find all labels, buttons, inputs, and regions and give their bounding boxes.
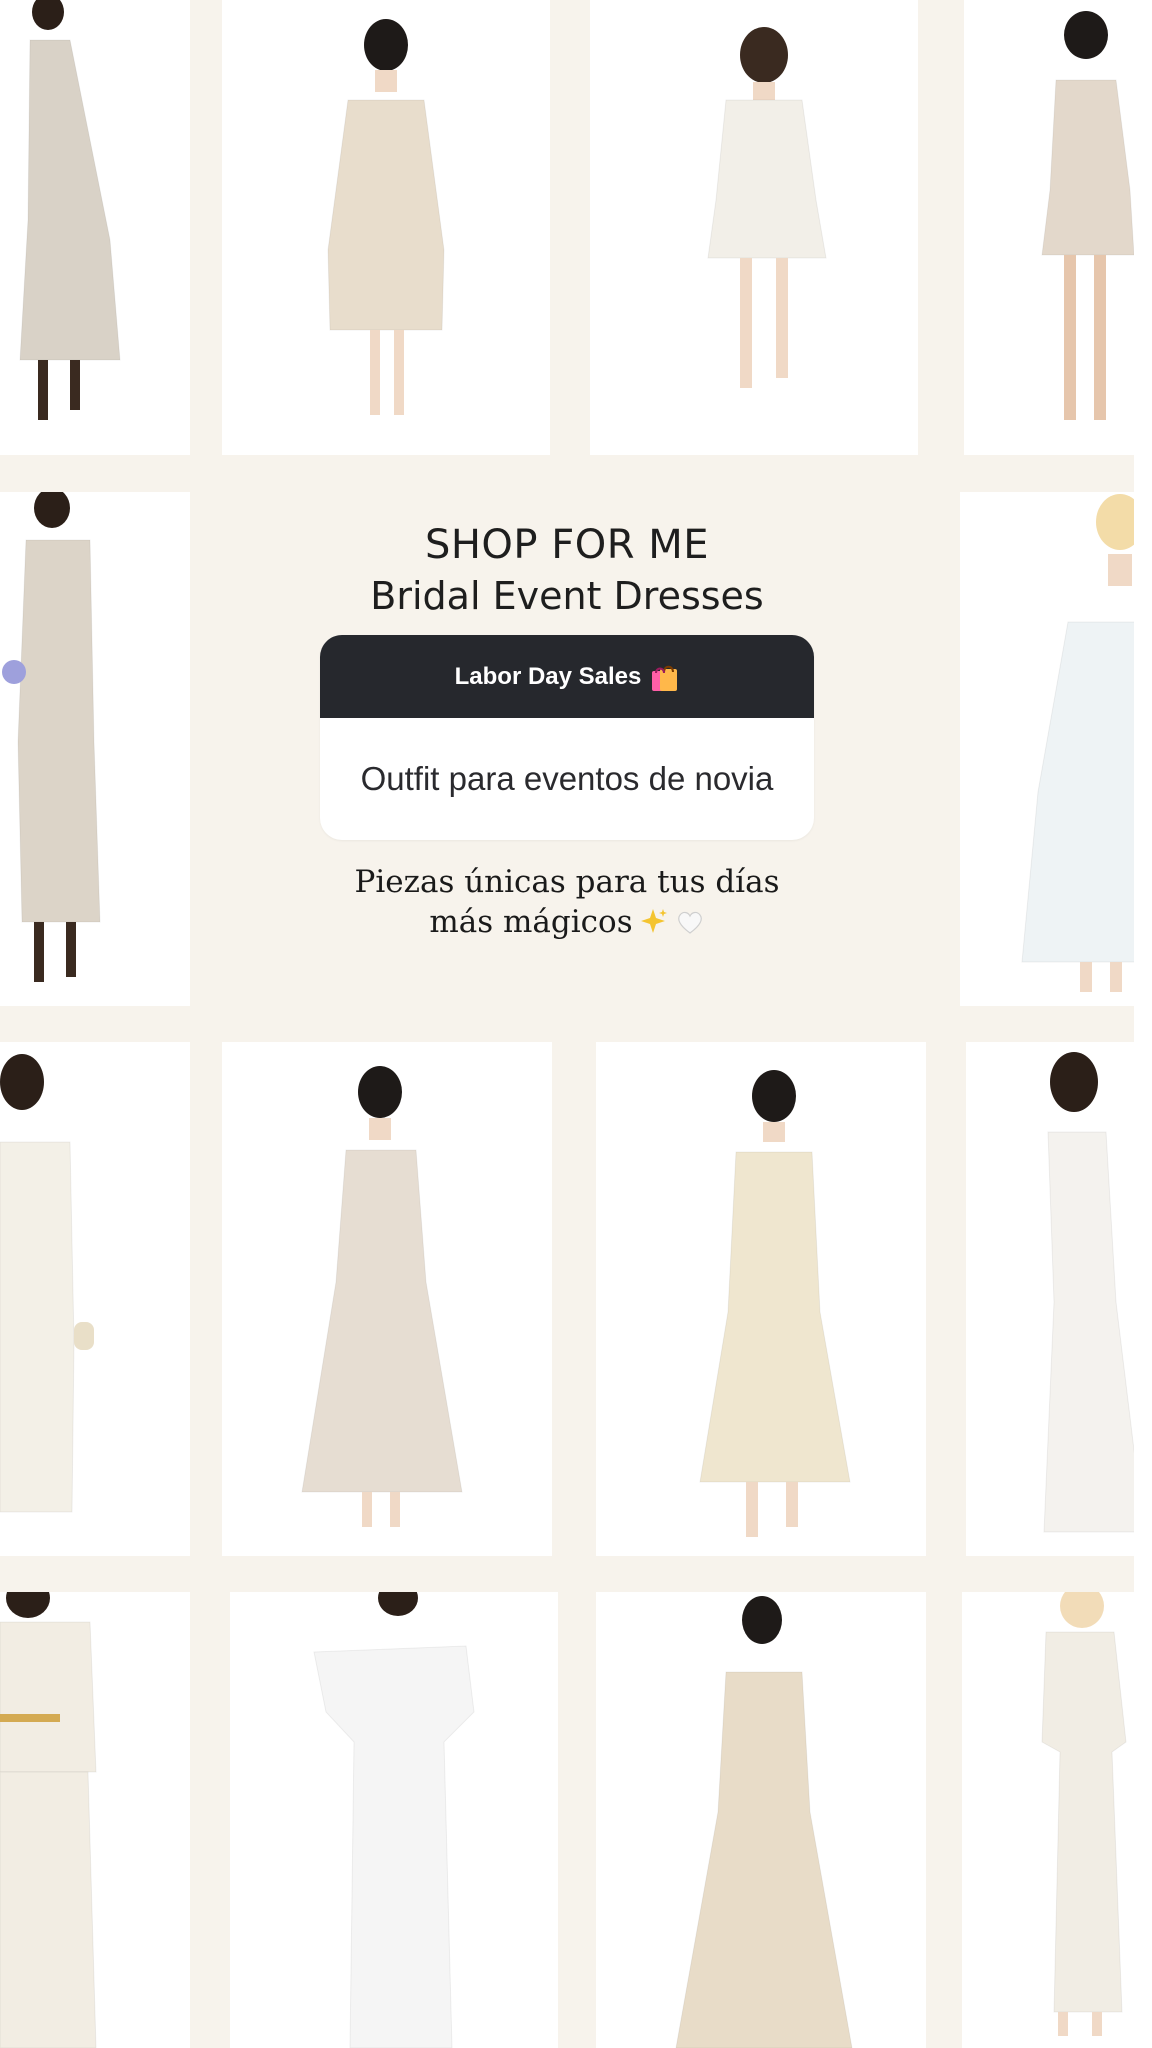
- sticker-header: Labor Day Sales: [320, 635, 814, 718]
- right-edge-strip: [1134, 0, 1152, 2048]
- story-canvas: SHOP FOR ME Bridal Event Dresses Labor D…: [0, 0, 1152, 2048]
- subtitle-line-1: Piezas únicas para tus días: [354, 864, 780, 900]
- dress-model-image: [707, 27, 827, 388]
- dress-model-image: [699, 1070, 851, 1537]
- dress-model-image: [1043, 1052, 1145, 1533]
- dress-model-image: [1041, 11, 1135, 420]
- product-tile[interactable]: [960, 492, 1152, 1006]
- sticker-body-text: Outfit para eventos de novia: [360, 760, 774, 797]
- dress-model-image: [0, 1592, 97, 2048]
- product-tile[interactable]: [0, 0, 190, 455]
- dress-model-image: [0, 1054, 94, 1513]
- subtitle-line-2: más mágicos: [429, 904, 633, 940]
- product-tile[interactable]: [590, 0, 918, 455]
- dress-model-image: [1021, 494, 1152, 992]
- dress-model-image: [301, 1066, 463, 1527]
- dress-model-image: [313, 1592, 475, 2048]
- sticker-header-label: Labor Day Sales: [454, 662, 642, 690]
- title-line-1: SHOP FOR ME: [424, 522, 710, 568]
- product-tile[interactable]: [966, 1042, 1152, 1556]
- product-tile[interactable]: [964, 0, 1152, 455]
- dress-model-image: [19, 0, 121, 420]
- title-line-2: Bridal Event Dresses: [370, 574, 764, 618]
- product-tile[interactable]: [962, 1592, 1152, 2048]
- product-tile[interactable]: [222, 0, 550, 455]
- dress-model-image: [1041, 1592, 1127, 2036]
- sticker-body: Outfit para eventos de novia: [320, 718, 814, 840]
- dress-model-image: [675, 1596, 853, 2048]
- product-tile[interactable]: [0, 492, 190, 1006]
- dress-model-image: [2, 492, 101, 982]
- sparkles-icon: [639, 907, 669, 937]
- story-subtitle: Piezas únicas para tus días más mágicos: [300, 862, 834, 942]
- shopping-bags-icon: [649, 661, 679, 693]
- product-tile[interactable]: [222, 1042, 552, 1556]
- subtitle-line-2-wrap: más mágicos: [429, 902, 704, 942]
- product-tile[interactable]: [0, 1042, 190, 1556]
- product-tile[interactable]: [230, 1592, 558, 2048]
- white-heart-icon: [675, 907, 705, 937]
- product-tile[interactable]: [596, 1042, 926, 1556]
- product-tile[interactable]: [596, 1592, 926, 2048]
- dress-model-image: [327, 19, 445, 415]
- product-tile[interactable]: [0, 1592, 190, 2048]
- story-title: SHOP FOR ME Bridal Event Dresses: [320, 520, 814, 622]
- question-sticker[interactable]: Labor Day Sales Outfit para eventos de n…: [320, 635, 814, 840]
